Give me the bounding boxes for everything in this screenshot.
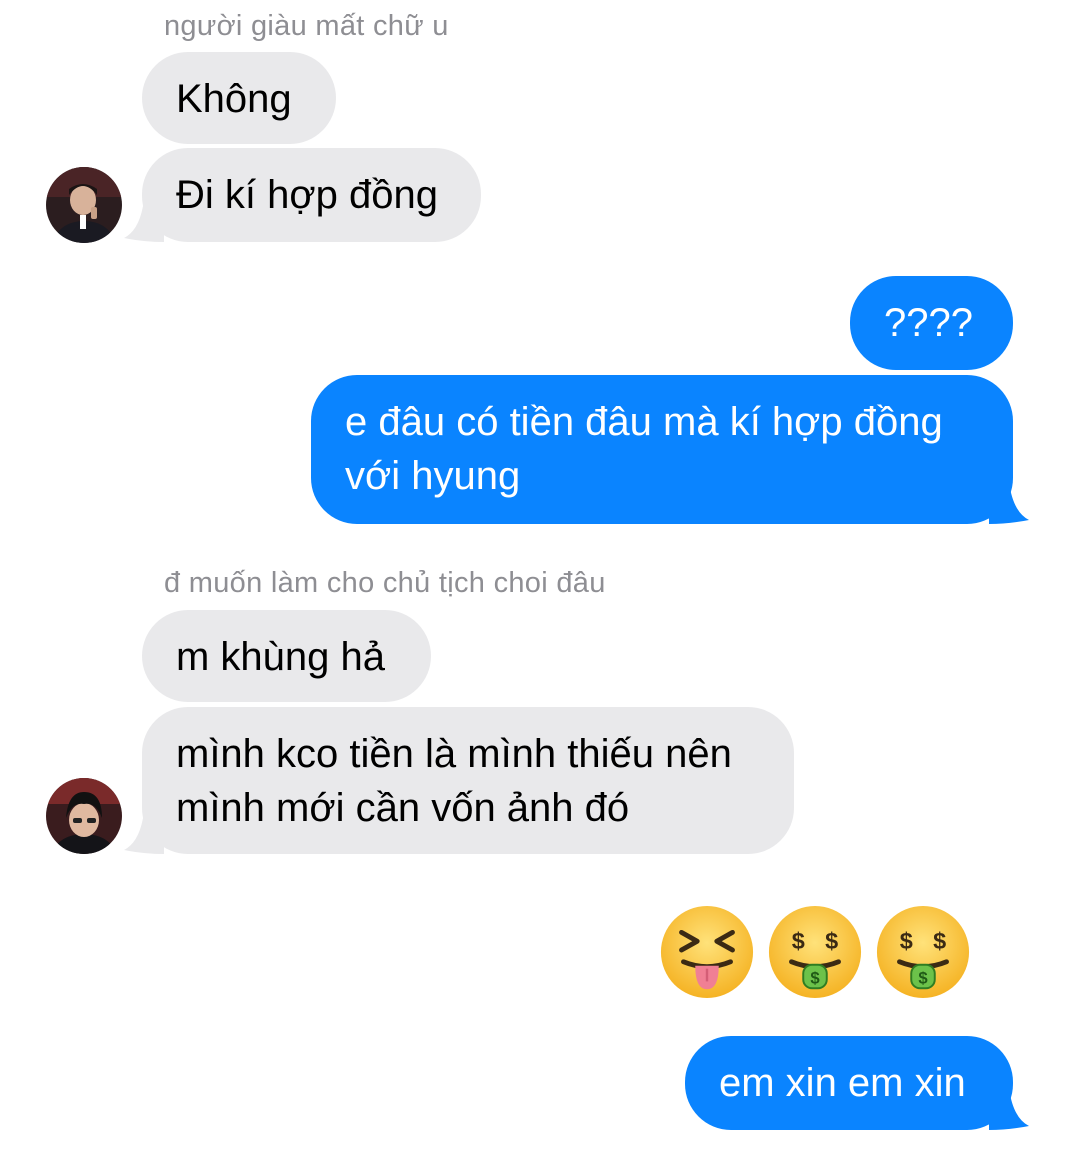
bubble-tail [989, 1088, 1029, 1130]
outgoing-message-bubble[interactable]: ???? [850, 276, 1013, 370]
message-text: em xin em xin [719, 1061, 966, 1105]
outgoing-message-bubble[interactable]: em xin em xin [685, 1036, 1029, 1130]
svg-text:$: $ [918, 968, 928, 987]
incoming-message-bubble[interactable]: mình kco tiền là mình thiếu nên mình mới… [124, 707, 794, 854]
message-text: m khùng hả [176, 635, 386, 679]
incoming-message-bubble[interactable]: m khùng hả [142, 610, 431, 702]
svg-text:$: $ [825, 928, 838, 954]
message-text-line: e đâu có tiền đâu mà kí hợp đồng [345, 400, 943, 444]
svg-text:$: $ [900, 928, 913, 954]
contact-avatar[interactable] [46, 778, 122, 854]
outgoing-message-bubble[interactable]: e đâu có tiền đâu mà kí hợp đồng với hyu… [311, 375, 1029, 524]
bubble-tail [989, 482, 1029, 524]
sender-name: người giàu mất chữ u [164, 10, 449, 42]
message-text: Đi kí hợp đồng [176, 173, 438, 217]
message-text: ???? [884, 301, 973, 345]
money-mouth-face-icon: $ $ $ [768, 905, 862, 999]
message-text-line: với hyung [345, 454, 521, 498]
message-text-line: mình kco tiền là mình thiếu nên [176, 732, 732, 776]
message-text-line: mình mới cần vốn ảnh đó [176, 786, 630, 830]
svg-text:$: $ [933, 928, 946, 954]
bubble-tail [124, 200, 164, 242]
emoji-message[interactable]: $ $ $ $ $ $ [658, 903, 972, 1001]
incoming-message-bubble[interactable]: Đi kí hợp đồng [124, 148, 481, 242]
money-mouth-face-icon: $ $ $ [876, 905, 970, 999]
sender-name: đ muốn làm cho chủ tịch choi đâu [164, 567, 606, 599]
svg-text:$: $ [792, 928, 805, 954]
bubble-tail [124, 812, 164, 854]
svg-text:$: $ [810, 968, 820, 987]
message-text: Không [176, 77, 292, 121]
contact-avatar[interactable] [46, 167, 122, 243]
incoming-message-bubble[interactable]: Không [142, 52, 336, 144]
squinting-tongue-face-icon [660, 905, 754, 999]
